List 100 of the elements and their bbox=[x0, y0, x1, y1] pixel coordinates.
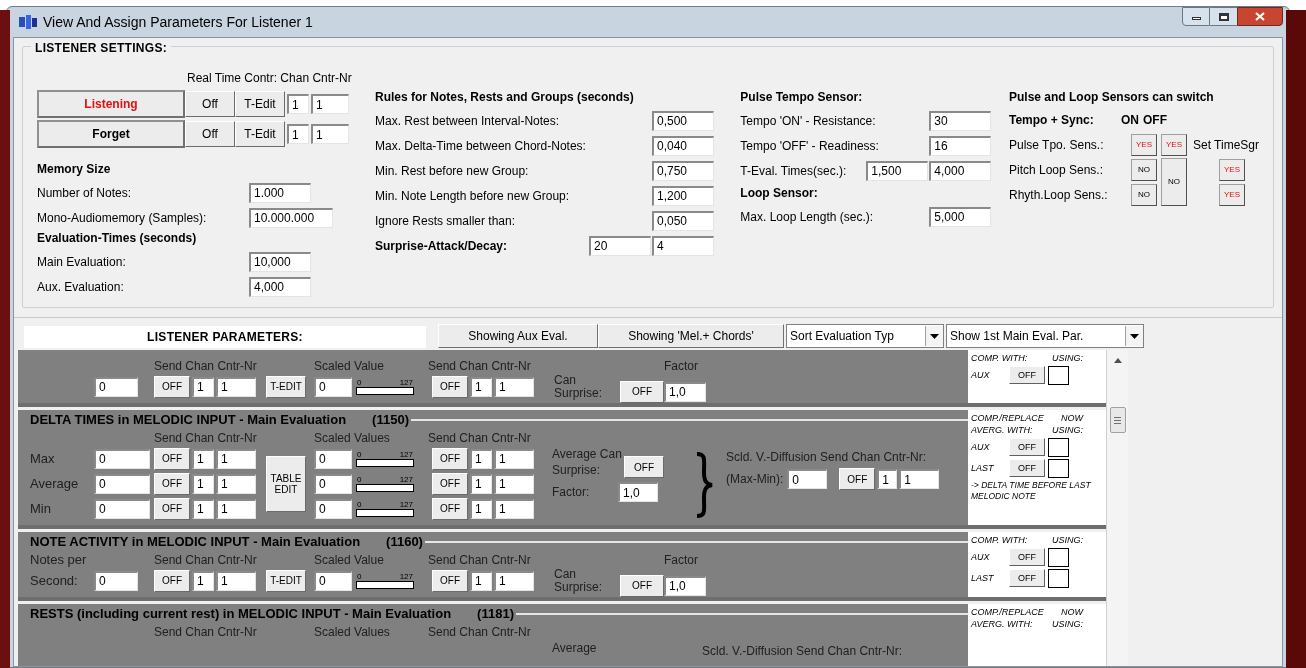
input-field[interactable]: 1 bbox=[877, 469, 898, 489]
input-field[interactable]: 1 bbox=[192, 376, 214, 397]
input-field[interactable]: 1,0 bbox=[664, 575, 706, 596]
input-field[interactable]: 1 bbox=[311, 94, 349, 114]
input-field[interactable]: 0 bbox=[314, 448, 352, 469]
input-field[interactable]: 0 bbox=[94, 473, 150, 494]
off-button[interactable]: OFF bbox=[624, 456, 664, 478]
off-button[interactable]: OFF bbox=[620, 380, 664, 403]
off-button[interactable]: OFF bbox=[620, 574, 664, 597]
input-field[interactable]: 1 bbox=[470, 498, 492, 519]
toggle-button[interactable]: NO bbox=[1130, 158, 1157, 181]
input-field[interactable]: 1.000 bbox=[249, 182, 311, 203]
input-field[interactable]: 0 bbox=[94, 570, 138, 591]
input-field[interactable]: 1 bbox=[470, 473, 492, 494]
off-button[interactable]: OFF bbox=[432, 472, 468, 495]
off-button[interactable]: OFF bbox=[1009, 548, 1045, 566]
close-button[interactable] bbox=[1237, 7, 1283, 26]
checkbox[interactable] bbox=[1048, 547, 1069, 567]
input-field[interactable]: 4,000 bbox=[249, 276, 311, 297]
input-field[interactable]: 0,500 bbox=[652, 110, 714, 131]
off-button[interactable]: OFF bbox=[154, 569, 190, 592]
edit-button[interactable]: T-Edit bbox=[235, 121, 285, 147]
input-field[interactable]: 1 bbox=[287, 94, 309, 114]
checkbox[interactable] bbox=[1048, 458, 1069, 478]
off-button[interactable]: OFF bbox=[432, 447, 468, 470]
input-field[interactable]: 10.000.000 bbox=[249, 207, 333, 228]
off-button[interactable]: OFF bbox=[1009, 569, 1045, 587]
input-field[interactable]: 30 bbox=[929, 110, 992, 131]
edit-button[interactable]: T-EDIT bbox=[266, 569, 306, 592]
action-button[interactable]: Listening bbox=[37, 90, 185, 118]
toggle-button[interactable]: YES bbox=[1130, 133, 1157, 156]
view-toggle-button[interactable]: Showing 'Mel.+ Chords' bbox=[598, 324, 784, 348]
dropdown[interactable]: Show 1st Main Eval. Par. bbox=[946, 324, 1144, 348]
toggle-button[interactable]: YES bbox=[1160, 133, 1187, 156]
input-field[interactable]: 10,000 bbox=[249, 251, 311, 272]
input-field[interactable]: 1 bbox=[494, 570, 534, 591]
off-button[interactable]: OFF bbox=[154, 497, 190, 520]
off-button[interactable]: OFF bbox=[154, 375, 190, 398]
input-field[interactable]: 5,000 bbox=[929, 206, 992, 227]
off-button[interactable]: Off bbox=[185, 121, 235, 147]
checkbox[interactable] bbox=[1048, 365, 1069, 385]
off-button[interactable]: OFF bbox=[1009, 438, 1045, 456]
input-field[interactable]: 0 bbox=[787, 469, 828, 489]
scrollbar[interactable] bbox=[1106, 350, 1128, 666]
input-field[interactable]: 1,0 bbox=[664, 381, 706, 402]
checkbox[interactable] bbox=[1048, 568, 1069, 588]
input-field[interactable]: 1 bbox=[192, 448, 214, 469]
off-button[interactable]: OFF bbox=[432, 375, 468, 398]
input-field[interactable]: 1 bbox=[216, 498, 256, 519]
edit-button[interactable]: T-EDIT bbox=[266, 375, 306, 398]
input-field[interactable]: 1 bbox=[192, 570, 214, 591]
input-field[interactable]: 0 bbox=[314, 473, 352, 494]
toggle-button[interactable]: NO bbox=[1160, 158, 1187, 206]
off-button[interactable]: OFF bbox=[154, 447, 190, 470]
input-field[interactable]: 1 bbox=[311, 124, 349, 144]
input-field[interactable]: 1 bbox=[192, 473, 214, 494]
input-field[interactable]: 1 bbox=[216, 448, 256, 469]
input-field[interactable]: 1 bbox=[494, 448, 534, 469]
view-toggle-button[interactable]: Showing Aux Eval. bbox=[438, 324, 598, 348]
input-field[interactable]: 0 bbox=[314, 498, 352, 519]
input-field[interactable]: 1,200 bbox=[652, 185, 714, 206]
input-field[interactable]: 0 bbox=[94, 498, 150, 519]
scroll-thumb[interactable] bbox=[1109, 407, 1126, 433]
minimize-button[interactable] bbox=[1182, 7, 1210, 26]
input-field[interactable]: 0,750 bbox=[652, 160, 714, 181]
input-field[interactable]: 0,050 bbox=[652, 210, 714, 231]
input-field[interactable]: 1 bbox=[216, 570, 256, 591]
off-button[interactable]: Off bbox=[185, 91, 235, 117]
input-field[interactable]: 4 bbox=[652, 235, 714, 256]
input-field[interactable]: 20 bbox=[589, 235, 651, 256]
input-field[interactable]: 1 bbox=[494, 376, 534, 397]
off-button[interactable]: OFF bbox=[1009, 459, 1045, 477]
input-field[interactable]: 1 bbox=[899, 469, 940, 489]
input-field[interactable]: 1 bbox=[494, 498, 534, 519]
toggle-button[interactable]: YES bbox=[1218, 158, 1245, 181]
input-field[interactable]: 1 bbox=[470, 448, 492, 469]
input-field[interactable]: 1,0 bbox=[618, 482, 658, 502]
input-field[interactable]: 1 bbox=[216, 473, 256, 494]
maximize-button[interactable] bbox=[1210, 7, 1237, 26]
input-field[interactable]: 1 bbox=[470, 570, 492, 591]
checkbox[interactable] bbox=[1048, 437, 1069, 457]
toggle-button[interactable]: YES bbox=[1218, 183, 1245, 206]
table-edit-button[interactable]: TABLE EDIT bbox=[266, 455, 306, 512]
input-field[interactable]: 1 bbox=[494, 473, 534, 494]
action-button[interactable]: Forget bbox=[37, 120, 185, 148]
scroll-up-icon[interactable] bbox=[1113, 358, 1122, 363]
off-button[interactable]: OFF bbox=[432, 569, 468, 592]
input-field[interactable]: 1 bbox=[192, 498, 214, 519]
toggle-button[interactable]: NO bbox=[1130, 183, 1157, 206]
input-field[interactable]: 1 bbox=[216, 376, 256, 397]
input-field[interactable]: 1 bbox=[470, 376, 492, 397]
input-field[interactable]: 1 bbox=[287, 124, 309, 144]
input-field[interactable]: 16 bbox=[929, 135, 992, 156]
off-button[interactable]: OFF bbox=[839, 468, 876, 490]
dropdown[interactable]: Sort Evaluation Typ bbox=[786, 324, 944, 348]
off-button[interactable]: OFF bbox=[1009, 366, 1045, 384]
input-field[interactable]: 0,040 bbox=[652, 135, 714, 156]
input-field[interactable]: 0 bbox=[94, 376, 138, 397]
input-field[interactable]: 4,000 bbox=[929, 160, 992, 181]
off-button[interactable]: OFF bbox=[432, 497, 468, 520]
